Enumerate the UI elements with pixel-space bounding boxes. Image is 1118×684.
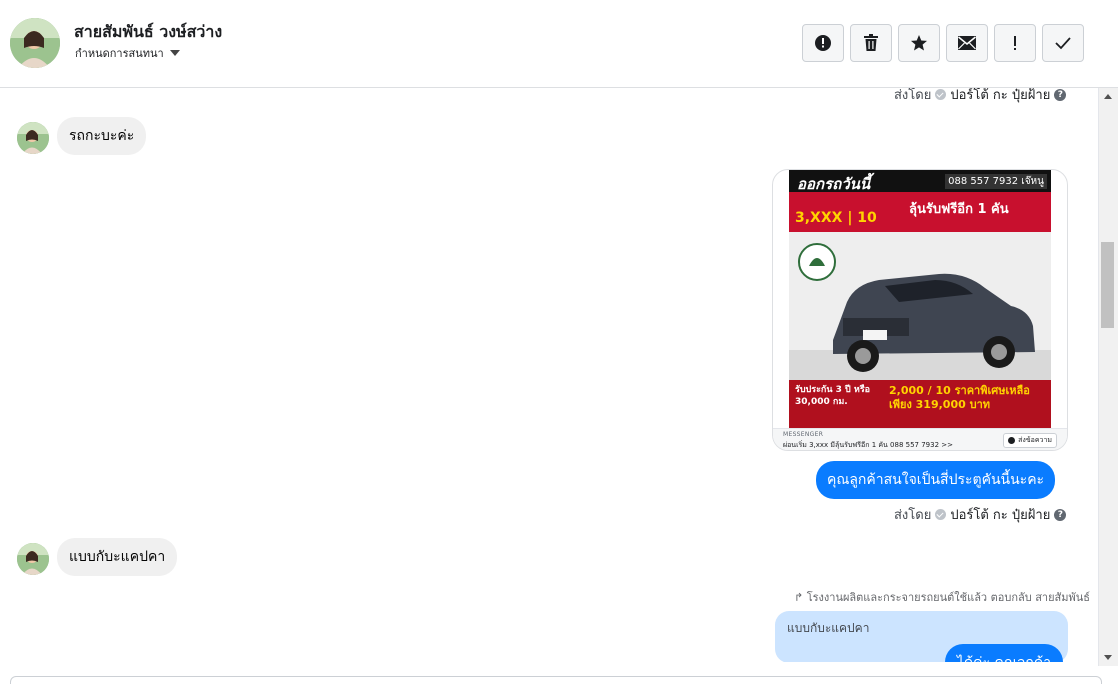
check-circle-icon xyxy=(935,509,947,520)
check-circle-icon xyxy=(935,89,947,100)
caret-down-icon xyxy=(169,50,180,56)
ad-attachment-card[interactable]: ออกรถวันนี้ 088 557 7932 เจ๊หนู ลุ้นรับฟ… xyxy=(772,169,1068,451)
exclamation-icon xyxy=(1014,36,1016,50)
inbox-conversation: สายสัมพันธ์ วงษ์สว่าง กำหนดการสนทนา ส่งโ… xyxy=(0,0,1118,684)
incoming-message[interactable]: รถกะบะค่ะ xyxy=(57,117,147,155)
ad-image[interactable]: ออกรถวันนี้ 088 557 7932 เจ๊หนู ลุ้นรับฟ… xyxy=(789,170,1051,428)
sent-by-prefix: ส่งโดย xyxy=(894,88,932,103)
conversation-header: สายสัมพันธ์ วงษ์สว่าง กำหนดการสนทนา xyxy=(0,0,1118,88)
outgoing-reply-message[interactable]: ได้ค่ะ คุณลูกค้า xyxy=(945,644,1064,662)
sent-by-label: ส่งโดย ปอร์โต้ กะ ปุ๋ยฝ้าย ? xyxy=(894,504,1067,525)
reply-context: ↱ โรงงานผลิตและกระจายรถยนต์ใช้แล้ว ตอบกล… xyxy=(794,588,1090,606)
sender-avatar[interactable] xyxy=(17,122,49,154)
sent-by-label: ส่งโดย ปอร์โต้ กะ ปุ๋ยฝ้าย ? xyxy=(894,88,1067,105)
incoming-message[interactable]: แบบกับะแคปคา xyxy=(57,538,178,576)
scrollbar-thumb[interactable] xyxy=(1101,242,1114,328)
mark-done-button[interactable] xyxy=(1042,24,1084,62)
check-icon xyxy=(1055,37,1071,50)
sent-by-name[interactable]: ปอร์โต้ กะ ปุ๋ยฝ้าย xyxy=(950,88,1050,105)
star-button[interactable] xyxy=(898,24,940,62)
truck-photo xyxy=(789,232,1051,380)
reply-note-text: โรงงานผลิตและกระจายรถยนต์ใช้แล้ว ตอบกลับ… xyxy=(806,591,1091,604)
help-icon[interactable]: ? xyxy=(1054,508,1067,521)
ad-promo: ลุ้นรับฟรีอีก 1 คัน xyxy=(909,202,1009,217)
ad-send-label: ส่งข้อความ xyxy=(1018,436,1052,444)
contact-name[interactable]: สายสัมพันธ์ วงษ์สว่าง xyxy=(74,20,222,45)
sent-by-prefix: ส่งโดย xyxy=(894,508,932,523)
ad-phone: 088 557 7932 เจ๊หนู xyxy=(945,174,1047,189)
sender-avatar[interactable] xyxy=(17,543,49,575)
trash-icon xyxy=(864,34,878,51)
conversation-toolbar xyxy=(802,24,1084,62)
mark-unread-button[interactable] xyxy=(946,24,988,62)
sent-by-name[interactable]: ปอร์โต้ กะ ปุ๋ยฝ้าย xyxy=(950,504,1050,525)
contact-avatar[interactable] xyxy=(10,18,60,68)
reply-arrow-icon: ↱ xyxy=(794,591,804,604)
scroll-down-arrow-icon[interactable] xyxy=(1104,655,1112,660)
follow-up-button[interactable] xyxy=(994,24,1036,62)
alert-circle-icon xyxy=(815,35,831,51)
ad-warranty: รับประกัน 3 ปี หรือ 30,000 กม. xyxy=(795,385,871,407)
ad-source: MESSENGER xyxy=(783,431,824,438)
help-icon[interactable]: ? xyxy=(1054,88,1067,101)
thread-scrollbar[interactable] xyxy=(1098,88,1118,666)
ad-send-message-button[interactable]: ส่งข้อความ xyxy=(1003,433,1057,448)
assign-label: กำหนดการสนทนา xyxy=(75,47,164,60)
outgoing-message[interactable]: คุณลูกค้าสนใจเป็นสี่ประตูคันนี้นะคะ xyxy=(816,461,1056,499)
ad-special-price: 2,000 / 10 ราคาพิเศษเหลือเพียง 319,000 บ… xyxy=(889,384,1030,411)
assign-conversation-dropdown[interactable]: กำหนดการสนทนา xyxy=(75,44,180,62)
ad-price-start: 3,XXX | 10 xyxy=(795,210,877,226)
envelope-icon xyxy=(958,36,976,50)
ad-caption[interactable]: ผ่อนเริ่ม 3,xxx มีลุ้นรับฟรีอีก 1 คัน 08… xyxy=(783,440,953,450)
message-composer[interactable] xyxy=(10,676,1102,684)
delete-button[interactable] xyxy=(850,24,892,62)
messenger-icon xyxy=(1008,437,1016,444)
report-spam-button[interactable] xyxy=(802,24,844,62)
scroll-up-arrow-icon[interactable] xyxy=(1104,94,1112,99)
star-icon xyxy=(911,35,927,51)
message-thread[interactable]: ส่งโดย ปอร์โต้ กะ ปุ๋ยฝ้าย ? รถกะบะค่ะ อ… xyxy=(0,88,1098,662)
